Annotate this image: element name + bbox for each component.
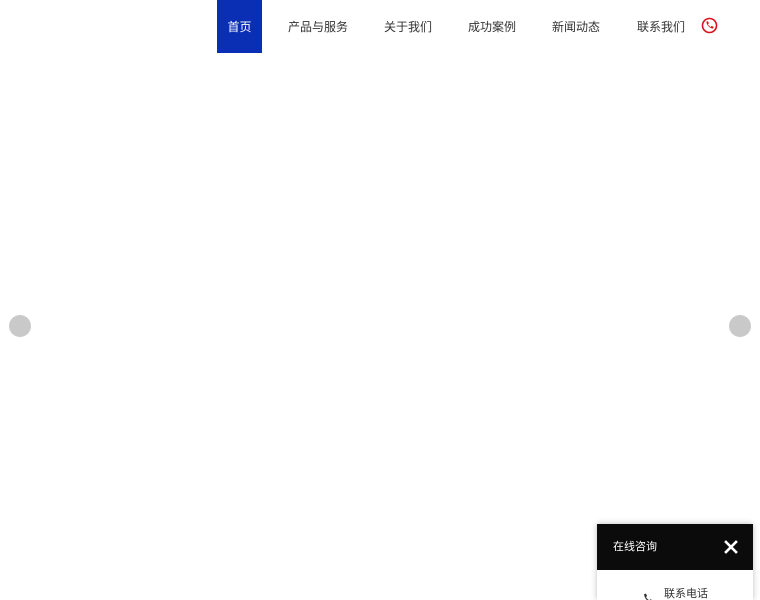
phone-icon [643, 589, 654, 600]
close-icon[interactable] [723, 539, 739, 555]
online-consult-panel: 在线咨询 联系电话 [597, 524, 753, 600]
banner-slider [0, 53, 760, 600]
consult-title: 在线咨询 [613, 540, 657, 553]
nav-item-contact[interactable]: 联系我们 [629, 0, 693, 53]
slider-next-arrow[interactable] [729, 315, 751, 337]
page: 首页 产品与服务 关于我们 成功案例 新闻动态 联系我们 在线咨询 联系电话 [0, 0, 760, 600]
nav-item-cases[interactable]: 成功案例 [460, 0, 524, 53]
consult-phone-link[interactable]: 联系电话 [643, 586, 708, 600]
consult-phone-label: 联系电话 [664, 587, 708, 600]
consult-header: 在线咨询 [597, 524, 753, 570]
nav-item-products[interactable]: 产品与服务 [280, 0, 356, 53]
slider-prev-arrow[interactable] [9, 315, 31, 337]
nav-item-about[interactable]: 关于我们 [376, 0, 440, 53]
nav-item-home[interactable]: 首页 [217, 0, 262, 53]
phone-circle-icon[interactable] [701, 17, 718, 34]
nav-item-news[interactable]: 新闻动态 [544, 0, 608, 53]
main-nav: 首页 产品与服务 关于我们 成功案例 新闻动态 联系我们 [0, 0, 760, 53]
consult-body: 联系电话 [597, 570, 753, 600]
